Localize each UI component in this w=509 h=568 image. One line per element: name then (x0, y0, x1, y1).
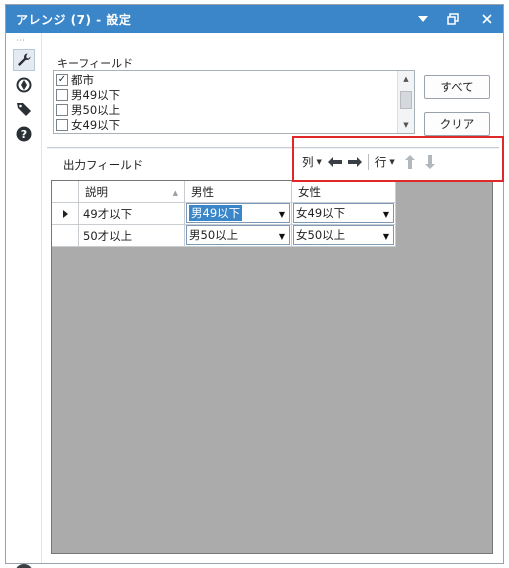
checkbox[interactable] (56, 118, 68, 131)
checkmark-circle-icon[interactable] (15, 564, 33, 568)
tag-icon[interactable] (13, 98, 35, 120)
key-field-item[interactable]: 男50以上 (56, 102, 120, 117)
cell-text: 49才以下 (83, 206, 133, 221)
checkbox[interactable] (56, 88, 68, 101)
key-fields-label: キーフィールド (57, 57, 134, 70)
key-field-item[interactable]: 女49以下 (56, 117, 120, 132)
target-icon[interactable] (13, 74, 35, 96)
chevron-down-icon[interactable]: ▼ (279, 210, 285, 219)
key-field-item[interactable]: ✓ 都市 (56, 72, 94, 87)
female-field-select[interactable]: 女50以上 ▼ (293, 225, 394, 245)
column-header-label: 説明 (85, 184, 108, 199)
scroll-thumb[interactable] (400, 91, 412, 109)
male-field-select[interactable]: 男50以上 ▼ (186, 225, 290, 245)
sort-ascending-icon: ▲ (172, 189, 178, 197)
clear-button[interactable]: クリア (424, 112, 490, 136)
sidebar: ⋯ ? (6, 33, 42, 568)
key-field-label: 女49以下 (71, 117, 121, 132)
close-icon[interactable] (476, 9, 498, 29)
row-header[interactable] (52, 225, 79, 247)
highlight-annotation-box (292, 136, 504, 182)
row-header-corner (52, 181, 79, 203)
chevron-down-icon[interactable]: ▼ (383, 210, 389, 219)
column-header-female[interactable]: 女性 (292, 181, 396, 203)
column-header-label: 女性 (298, 184, 321, 199)
key-field-label: 男49以下 (71, 87, 121, 102)
current-row-icon (62, 209, 68, 218)
table-cell-male[interactable]: 男50以上 ▼ (185, 225, 292, 247)
output-fields-label: 出力フィールド (63, 158, 144, 172)
grip-dots: ⋯ (16, 36, 26, 46)
cell-text: 50才以上 (83, 228, 133, 243)
male-field-select[interactable]: 男49以下 ▼ (186, 203, 290, 223)
chevron-down-icon[interactable]: ▼ (383, 232, 389, 241)
chevron-down-icon[interactable]: ▼ (279, 232, 285, 241)
help-icon[interactable]: ? (13, 123, 35, 145)
table-cell-female[interactable]: 女49以下 ▼ (292, 203, 396, 225)
key-fields-list[interactable]: ✓ 都市 男49以下 男50以上 女49以下 ▲ ▼ (53, 70, 415, 134)
female-field-select[interactable]: 女49以下 ▼ (293, 203, 394, 223)
settings-window: アレンジ (7) - 設定 ⋯ ? キーフィールド ✓ 都市 男49以下 男50… (5, 4, 504, 568)
selected-value: 男50以上 (189, 228, 239, 242)
column-header-label: 男性 (191, 184, 214, 199)
table-cell-female[interactable]: 女50以上 ▼ (292, 225, 396, 247)
vertical-scrollbar[interactable]: ▲ ▼ (397, 71, 414, 133)
table-cell-description[interactable]: 49才以下 (79, 203, 185, 225)
scroll-down-icon[interactable]: ▼ (398, 118, 414, 132)
window-title: アレンジ (7) - 設定 (16, 13, 132, 27)
scroll-up-icon[interactable]: ▲ (398, 72, 414, 86)
column-header-male[interactable]: 男性 (185, 181, 292, 203)
table-cell-description[interactable]: 50才以上 (79, 225, 185, 247)
selected-value: 女50以上 (296, 228, 346, 242)
output-fields-grid[interactable]: 説明 ▲ 男性 女性 49才以下 男49以下 ▼ 女49以下 ▼ 50才以上 男… (51, 180, 493, 554)
title-bar: アレンジ (7) - 設定 (6, 5, 503, 33)
key-field-item[interactable]: 男49以下 (56, 87, 120, 102)
row-header-current[interactable] (52, 203, 79, 225)
settings-content: キーフィールド ✓ 都市 男49以下 男50以上 女49以下 ▲ ▼ すべて ク… (43, 33, 503, 563)
selected-value: 女49以下 (296, 206, 346, 220)
caret-down-icon[interactable] (412, 9, 434, 29)
checkbox[interactable] (56, 103, 68, 116)
wrench-icon[interactable] (13, 49, 35, 71)
selected-value: 男49以下 (189, 205, 243, 221)
key-field-label: 男50以上 (71, 102, 121, 117)
svg-text:?: ? (21, 128, 27, 141)
key-field-label: 都市 (71, 72, 94, 87)
table-cell-male[interactable]: 男49以下 ▼ (185, 203, 292, 225)
column-header-description[interactable]: 説明 ▲ (79, 181, 185, 203)
select-all-button[interactable]: すべて (424, 75, 490, 99)
restore-icon[interactable] (442, 9, 464, 29)
checkbox-checked[interactable]: ✓ (56, 73, 68, 86)
